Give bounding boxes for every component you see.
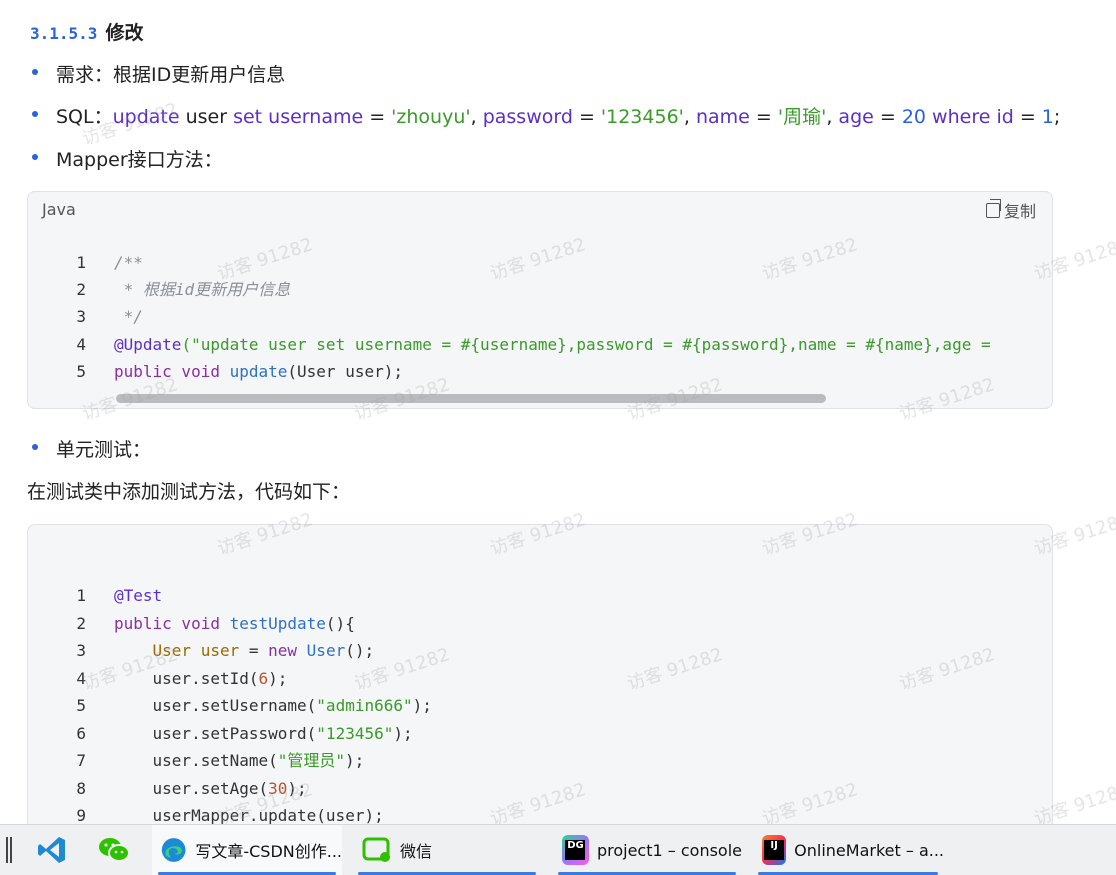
wechat-window-icon bbox=[362, 837, 390, 862]
code-line: 4 user.setId(6); bbox=[76, 669, 288, 688]
taskbar-datagrip[interactable]: DG project1 – console bbox=[552, 825, 742, 875]
document-area: 3.1.5.3 修改 需求：根据ID更新用户信息 SQL：update user … bbox=[0, 0, 1116, 824]
wechat-icon bbox=[99, 838, 130, 862]
test-paragraph: 在测试类中添加测试方法，代码如下： bbox=[27, 481, 351, 503]
taskbar-divider bbox=[6, 837, 8, 863]
bullet-dot-icon bbox=[32, 69, 38, 75]
copy-icon bbox=[985, 198, 1001, 218]
intellij-icon: IJ bbox=[762, 835, 787, 865]
taskbar-wechat-window[interactable]: 微信 bbox=[352, 825, 542, 875]
code-line: 5 user.setUsername("admin666"); bbox=[76, 696, 432, 715]
code-line: 2 public void testUpdate(){ bbox=[76, 614, 355, 633]
vscode-icon bbox=[38, 837, 65, 863]
taskbar-edge-csdn[interactable]: 写文章-CSDN创作... bbox=[152, 825, 342, 875]
taskbar-wechat[interactable] bbox=[92, 825, 136, 875]
code-line: 3 */ bbox=[76, 307, 143, 326]
copy-button[interactable]: 复制 bbox=[985, 198, 1036, 222]
code-block-mapper: Java 复制 1/** 2 * 根据id更新用户信息 3 */ 4 @Updat… bbox=[27, 191, 1053, 409]
code-line: 1/** bbox=[76, 253, 143, 272]
horizontal-scrollbar[interactable] bbox=[116, 394, 826, 403]
taskbar: 写文章-CSDN创作... 微信 DG project1 – console I… bbox=[0, 824, 1116, 875]
section-number: 3.1.5.3 bbox=[30, 24, 98, 43]
edge-icon bbox=[161, 838, 186, 862]
code-line: 8 user.setAge(30); bbox=[76, 779, 307, 798]
code-line: 4 @Update("update user set username = #{u… bbox=[76, 335, 1001, 354]
code-line: 2 * 根据id更新用户信息 bbox=[76, 280, 291, 299]
code-language-label: Java bbox=[42, 200, 76, 219]
datagrip-icon: DG bbox=[562, 835, 589, 865]
bullet-dot-icon bbox=[32, 444, 38, 450]
code-block-test: 1 @Test 2 public void testUpdate(){ 3 User… bbox=[27, 524, 1053, 824]
section-heading: 3.1.5.3 修改 bbox=[30, 18, 143, 45]
code-line: 10} bbox=[28, 803, 86, 824]
code-line: 3 User user = new User(); bbox=[76, 641, 375, 660]
code-line: 5 public void update(User user); bbox=[76, 362, 403, 381]
bullet-dot-icon bbox=[32, 111, 38, 117]
taskbar-intellij[interactable]: IJ OnlineMarket – a... bbox=[752, 825, 944, 875]
bullet-dot-icon bbox=[32, 154, 38, 160]
section-title: 修改 bbox=[105, 22, 144, 44]
code-line: 1 @Test bbox=[76, 586, 163, 605]
code-line: 7 user.setName("管理员"); bbox=[76, 751, 365, 770]
code-line: 6 user.setPassword("123456"); bbox=[76, 724, 413, 743]
taskbar-divider bbox=[10, 837, 12, 863]
code-line: 9 userMapper.update(user); bbox=[76, 806, 384, 824]
taskbar-vscode[interactable] bbox=[30, 825, 74, 875]
